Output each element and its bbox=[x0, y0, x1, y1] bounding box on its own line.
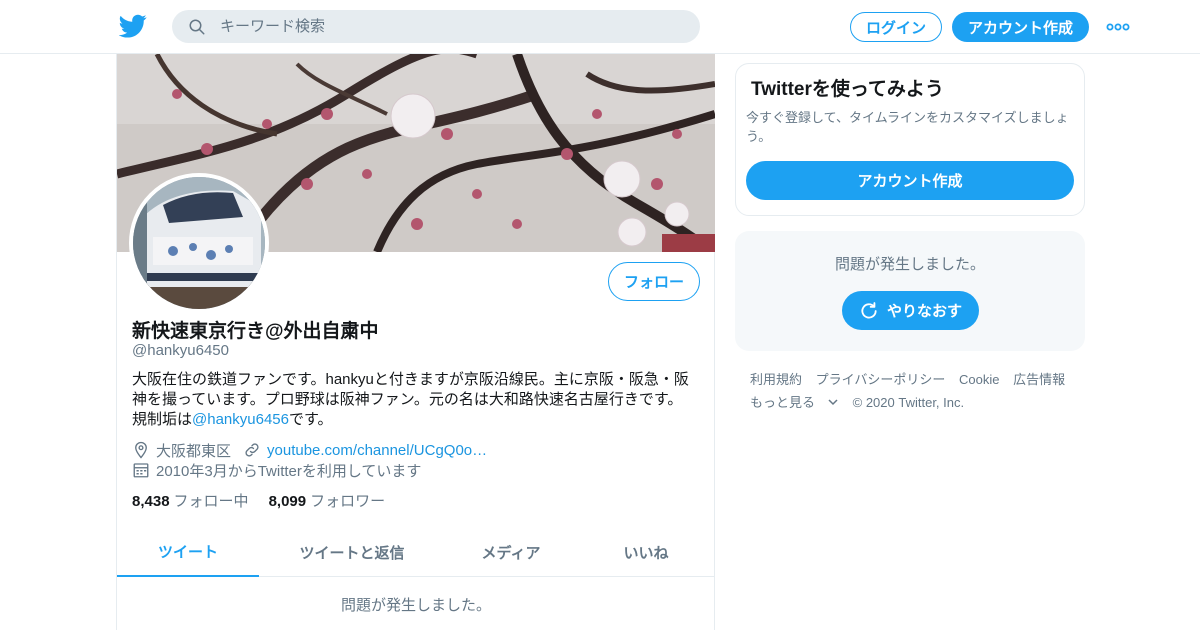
signup-button[interactable]: アカウント作成 bbox=[952, 12, 1089, 42]
chevron-down-icon bbox=[828, 399, 838, 406]
following-stat[interactable]: 8,438 フォロー中 bbox=[132, 490, 249, 511]
bio-line: 規制垢は@hankyu6456です。 bbox=[132, 410, 702, 430]
following-count: 8,438 bbox=[132, 493, 170, 510]
refresh-icon bbox=[861, 301, 877, 319]
footer-copyright: © 2020 Twitter, Inc. bbox=[852, 395, 965, 410]
profile-join-date: 2010年3月からTwitterを利用しています bbox=[156, 462, 422, 480]
top-bar: ログイン アカウント作成 bbox=[0, 0, 1200, 54]
profile-column: フォロー 新快速東京行き@外出自粛中 @hankyu6450 大阪在住の鉄道ファ… bbox=[116, 54, 715, 630]
login-button[interactable]: ログイン bbox=[850, 12, 942, 42]
profile-location: 大阪都東区 bbox=[156, 442, 232, 460]
profile-meta-row: 大阪都東区 youtube.com/channel/UCgQ0o… bbox=[132, 440, 487, 460]
footer-ads-link[interactable]: 広告情報 bbox=[1013, 372, 1065, 387]
location-pin-icon bbox=[135, 441, 147, 459]
followers-label: フォロワー bbox=[310, 493, 386, 510]
search-box[interactable] bbox=[172, 10, 700, 43]
twitter-bird-icon[interactable] bbox=[119, 12, 147, 40]
footer-more-link[interactable]: もっと見る bbox=[750, 395, 839, 410]
retry-label: やりなおす bbox=[886, 303, 962, 320]
tab-tweets-and-replies[interactable]: ツイートと返信 bbox=[259, 528, 445, 577]
timeline-error-message: 問題が発生しました。 bbox=[340, 597, 491, 614]
profile-meta-row: 2010年3月からTwitterを利用しています bbox=[132, 460, 421, 480]
follow-button[interactable]: フォロー bbox=[608, 262, 700, 301]
following-label: フォロー中 bbox=[173, 493, 249, 510]
search-input[interactable] bbox=[220, 18, 680, 35]
sidebar-error-box: 問題が発生しました。 やりなおす bbox=[735, 231, 1085, 351]
signup-card-subtitle: 今すぐ登録して、タイムラインをカスタマイズしましょう。 bbox=[746, 110, 1069, 144]
bio-text: 規制垢は bbox=[132, 411, 193, 428]
footer-row: もっと見る © 2020 Twitter, Inc. bbox=[750, 391, 1080, 414]
profile-tabs: ツイート ツイートと返信 メディア いいね bbox=[117, 528, 715, 577]
sidebar-footer: 利用規約 プライバシーポリシー Cookie 広告情報 もっと見る © 2020… bbox=[750, 368, 1080, 414]
search-icon bbox=[189, 19, 205, 34]
signup-card-button[interactable]: アカウント作成 bbox=[746, 161, 1074, 200]
tab-media[interactable]: メディア bbox=[445, 528, 577, 577]
bio-line: 神を撮っています。プロ野球は阪神ファン。元の名は大和路快速名古屋行きです。 bbox=[132, 391, 683, 408]
footer-terms-link[interactable]: 利用規約 bbox=[750, 372, 802, 387]
more-options-icon[interactable] bbox=[1106, 17, 1130, 37]
footer-row: 利用規約 プライバシーポリシー Cookie 広告情報 bbox=[750, 368, 1080, 391]
followers-count: 8,099 bbox=[268, 493, 307, 510]
profile-display-name: 新快速東京行き@外出自粛中 bbox=[132, 321, 379, 342]
followers-stat[interactable]: 8,099 フォロワー bbox=[269, 490, 386, 511]
signup-card-title: Twitterを使ってみよう bbox=[751, 79, 944, 100]
profile-url-link[interactable]: youtube.com/channel/UCgQ0o… bbox=[267, 442, 487, 459]
footer-more-label: もっと見る bbox=[750, 395, 816, 410]
footer-privacy-link[interactable]: プライバシーポリシー bbox=[816, 372, 946, 387]
retry-button[interactable]: やりなおす bbox=[842, 291, 979, 330]
signup-card: Twitterを使ってみよう 今すぐ登録して、タイムラインをカスタマイズしましょ… bbox=[735, 63, 1085, 216]
tab-likes[interactable]: いいね bbox=[577, 528, 715, 577]
calendar-icon bbox=[133, 463, 149, 478]
profile-bio: 大阪在住の鉄道ファンです。hankyuと付きますが京阪沿線民。主に京阪・阪急・阪… bbox=[132, 370, 702, 430]
profile-stats: 8,438 フォロー中 8,099 フォロワー bbox=[132, 490, 405, 511]
footer-cookie-link[interactable]: Cookie bbox=[959, 372, 999, 387]
profile-avatar[interactable] bbox=[129, 173, 269, 313]
bio-mention-link[interactable]: @hankyu6456 bbox=[192, 411, 289, 428]
bio-text: です。 bbox=[288, 411, 333, 428]
tab-tweets[interactable]: ツイート bbox=[117, 528, 259, 577]
profile-handle[interactable]: @hankyu6450 bbox=[132, 342, 229, 359]
sidebar-error-message: 問題が発生しました。 bbox=[834, 256, 985, 273]
bio-line: 大阪在住の鉄道ファンです。hankyuと付きますが京阪沿線民。主に京阪・阪急・阪 bbox=[132, 371, 689, 388]
link-icon bbox=[245, 443, 259, 457]
